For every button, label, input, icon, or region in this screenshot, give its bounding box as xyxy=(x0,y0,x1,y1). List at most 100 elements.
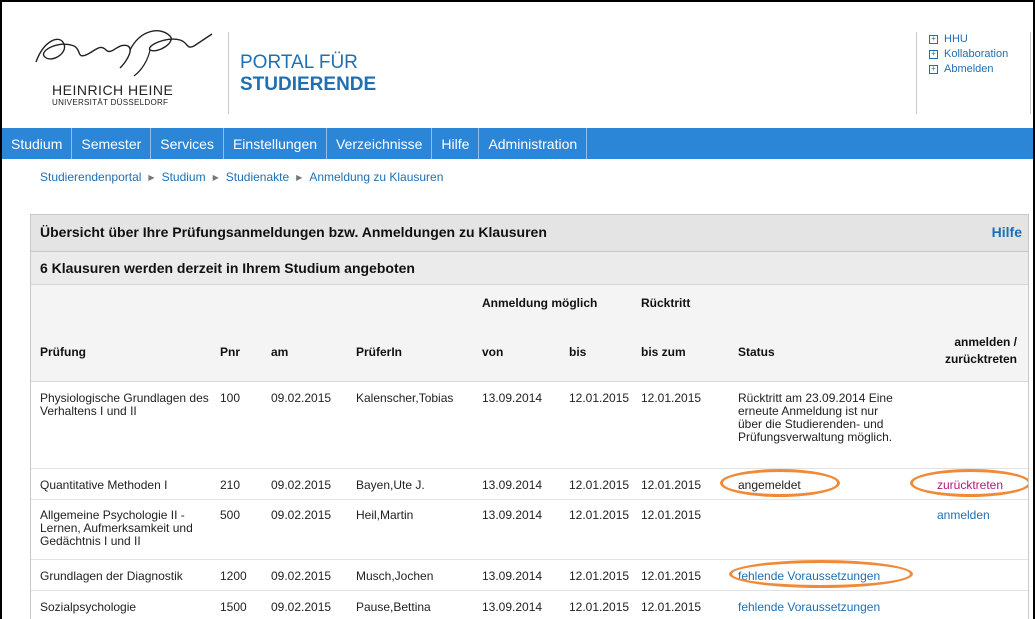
plus-box-icon: + xyxy=(929,49,938,59)
toplink-label: Abmelden xyxy=(944,63,994,75)
table-row: Sozialpsychologie 1500 09.02.2015 Pause,… xyxy=(31,591,1028,619)
table-row: Quantitative Methoden I 210 09.02.2015 B… xyxy=(31,469,1028,500)
chevron-right-icon: ▶ xyxy=(148,172,155,182)
plus-box-icon: + xyxy=(929,64,938,74)
nav-administration[interactable]: Administration xyxy=(479,128,588,159)
cell-bis: 12.01.2015 xyxy=(569,478,630,492)
zuruecktreten-link[interactable]: zurücktreten xyxy=(937,479,1003,492)
breadcrumb-item-current[interactable]: Anmeldung zu Klausuren xyxy=(309,170,443,184)
cell-pruefung: Grundlagen der Diagnostik xyxy=(40,569,183,583)
cell-am: 09.02.2015 xyxy=(271,391,332,405)
toplink-label: HHU xyxy=(944,33,968,45)
cell-am: 09.02.2015 xyxy=(271,569,332,583)
portal-title-line2: STUDIERENDE xyxy=(240,74,377,95)
toplink-label: Kollaboration xyxy=(944,48,1009,60)
top-links: + HHU + Kollaboration + Abmelden xyxy=(929,32,1008,77)
cell-bis-zum: 12.01.2015 xyxy=(641,569,702,583)
table-row: Physiologische Grundlagen des Verhaltens… xyxy=(31,382,1028,469)
cell-bis: 12.01.2015 xyxy=(569,569,630,583)
nav-semester[interactable]: Semester xyxy=(72,128,152,159)
signature-logo-icon xyxy=(35,30,213,77)
table-row: Grundlagen der Diagnostik 1200 09.02.201… xyxy=(31,560,1028,591)
cell-von: 13.09.2014 xyxy=(482,391,543,405)
col-header-status: Status xyxy=(738,345,775,359)
cell-prueferin: Pause,Bettina xyxy=(356,600,431,614)
col-header-pruefung: Prüfung xyxy=(40,345,86,359)
cell-von: 13.09.2014 xyxy=(482,569,543,583)
cell-status: Rücktritt am 23.09.2014 Eine erneute Anm… xyxy=(738,391,893,444)
nav-verzeichnisse[interactable]: Verzeichnisse xyxy=(327,128,433,159)
cell-bis: 12.01.2015 xyxy=(569,391,630,405)
nav-services[interactable]: Services xyxy=(151,128,224,159)
cell-pnr: 100 xyxy=(220,391,241,405)
fehlende-voraussetzungen-link[interactable]: fehlende Voraussetzungen xyxy=(738,601,880,614)
cell-prueferin: Bayen,Ute J. xyxy=(356,478,425,492)
anmelden-link[interactable]: anmelden xyxy=(937,509,990,522)
cell-von: 13.09.2014 xyxy=(482,600,543,614)
university-logo[interactable]: HEINRICH HEINE UNIVERSITÄT DÜSSELDORF xyxy=(30,20,220,110)
cell-prueferin: Heil,Martin xyxy=(356,508,414,522)
header-divider xyxy=(916,32,917,114)
table-row: Allgemeine Psychologie II - Lernen, Aufm… xyxy=(31,500,1028,560)
cell-pruefung: Quantitative Methoden I xyxy=(40,478,168,492)
group-header-anmeldung: Anmeldung möglich xyxy=(482,296,598,310)
cell-pruefung: Allgemeine Psychologie II - Lernen, Aufm… xyxy=(40,508,193,548)
cell-pnr: 1500 xyxy=(220,600,247,614)
panel-title: Übersicht über Ihre Prüfungsanmeldungen … xyxy=(40,224,547,240)
col-header-von: von xyxy=(482,345,504,359)
cell-am: 09.02.2015 xyxy=(271,478,332,492)
cell-bis-zum: 12.01.2015 xyxy=(641,508,702,522)
chevron-right-icon: ▶ xyxy=(212,172,219,182)
cell-am: 09.02.2015 xyxy=(271,600,332,614)
col-header-am: am xyxy=(271,345,289,359)
cell-bis-zum: 12.01.2015 xyxy=(641,478,702,492)
nav-einstellungen[interactable]: Einstellungen xyxy=(224,128,328,159)
cell-am: 09.02.2015 xyxy=(271,508,332,522)
university-name: HEINRICH HEINE xyxy=(52,82,174,98)
group-header-ruecktritt: Rücktritt xyxy=(641,296,691,310)
panel-header: Übersicht über Ihre Prüfungsanmeldungen … xyxy=(31,215,1028,252)
cell-von: 13.09.2014 xyxy=(482,508,543,522)
cell-pruefung: Sozialpsychologie xyxy=(40,600,137,614)
cell-pnr: 500 xyxy=(220,508,241,522)
cell-status: angemeldet xyxy=(738,478,801,492)
col-header-pnr: Pnr xyxy=(220,345,241,359)
fehlende-voraussetzungen-link[interactable]: fehlende Voraussetzungen xyxy=(738,570,880,583)
plus-box-icon: + xyxy=(929,34,938,44)
table-header: Anmeldung möglich Rücktritt Prüfung Pnr … xyxy=(31,285,1028,382)
help-link[interactable]: Hilfe xyxy=(992,224,1022,240)
cell-pnr: 1200 xyxy=(220,569,247,583)
exam-count-text: 6 Klausuren werden derzeit in Ihrem Stud… xyxy=(40,260,415,276)
toplink-abmelden[interactable]: + Abmelden xyxy=(929,62,1008,76)
header-divider xyxy=(1030,32,1031,114)
cell-prueferin: Kalenscher,Tobias xyxy=(356,391,454,405)
cell-bis: 12.01.2015 xyxy=(569,600,630,614)
col-header-prueferin: PrüferIn xyxy=(356,345,403,359)
cell-pnr: 210 xyxy=(220,478,241,492)
toplink-kollaboration[interactable]: + Kollaboration xyxy=(929,47,1008,61)
cell-bis: 12.01.2015 xyxy=(569,508,630,522)
cell-bis-zum: 12.01.2015 xyxy=(641,600,702,614)
col-header-action-line1: anmelden / xyxy=(954,335,1017,349)
university-subtitle: UNIVERSITÄT DÜSSELDORF xyxy=(52,98,169,107)
breadcrumb-item[interactable]: Studienakte xyxy=(226,170,289,184)
nav-hilfe[interactable]: Hilfe xyxy=(432,128,480,159)
cell-prueferin: Musch,Jochen xyxy=(356,569,434,583)
panel-subheader: 6 Klausuren werden derzeit in Ihrem Stud… xyxy=(31,252,1028,285)
cell-von: 13.09.2014 xyxy=(482,478,543,492)
header: HEINRICH HEINE UNIVERSITÄT DÜSSELDORF PO… xyxy=(2,2,1033,128)
breadcrumb-item[interactable]: Studierendenportal xyxy=(40,170,141,184)
header-divider xyxy=(228,32,229,114)
col-header-bis: bis xyxy=(569,345,587,359)
main-nav: Studium Semester Services Einstellungen … xyxy=(2,128,1033,159)
exam-registration-panel: Übersicht über Ihre Prüfungsanmeldungen … xyxy=(30,214,1029,619)
toplink-hhu[interactable]: + HHU xyxy=(929,32,1008,46)
breadcrumb: Studierendenportal ▶ Studium ▶ Studienak… xyxy=(40,170,443,184)
breadcrumb-item[interactable]: Studium xyxy=(162,170,206,184)
portal-title-line1: PORTAL FÜR xyxy=(240,52,358,73)
nav-studium[interactable]: Studium xyxy=(2,128,73,159)
cell-bis-zum: 12.01.2015 xyxy=(641,391,702,405)
chevron-right-icon: ▶ xyxy=(296,172,303,182)
col-header-bis-zum: bis zum xyxy=(641,345,686,359)
cell-pruefung: Physiologische Grundlagen des Verhaltens… xyxy=(40,391,209,418)
